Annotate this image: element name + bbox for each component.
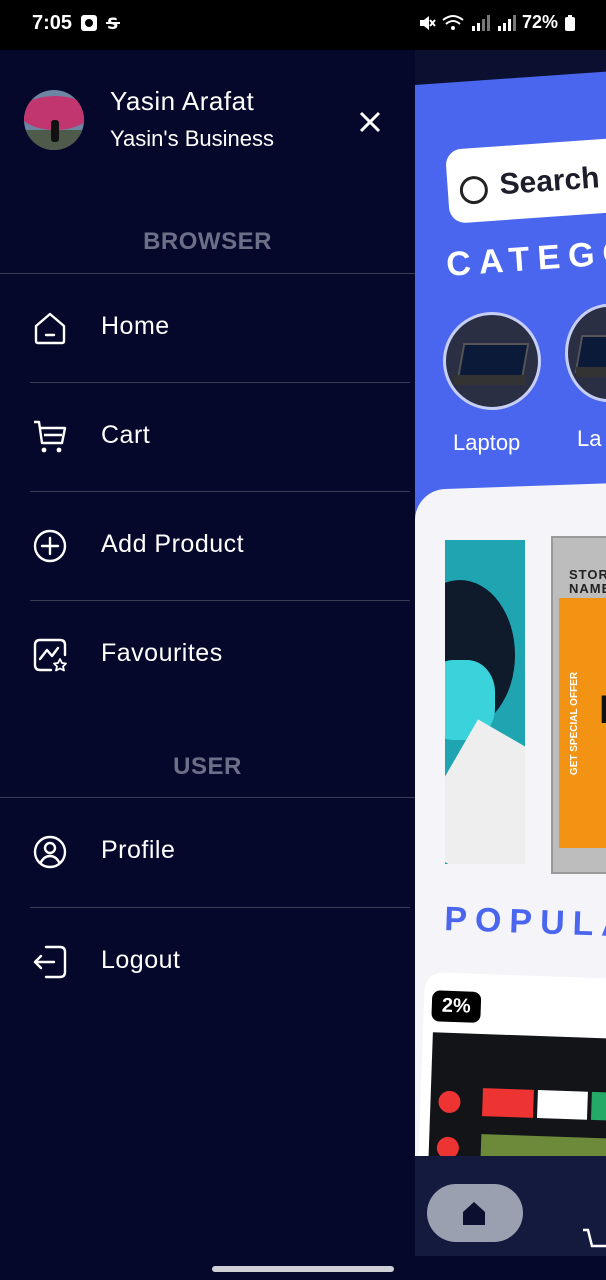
section-title-browser: BROWSER — [143, 228, 272, 255]
menu-label-add-product: Add Product — [101, 530, 245, 558]
notification-app-icon — [81, 15, 97, 31]
bottom-navigation — [415, 1156, 606, 1256]
cart-icon — [34, 420, 67, 453]
menu-item-cart[interactable]: Cart — [0, 383, 415, 491]
nav-cart-icon[interactable] — [581, 1226, 606, 1256]
category-laptop-image[interactable] — [443, 312, 541, 410]
home-filled-icon — [463, 1202, 485, 1225]
section-title-user: USER — [173, 753, 242, 780]
banner-offer-text: GET SPECIAL OFFER — [569, 671, 581, 776]
gesture-handle[interactable] — [212, 1266, 394, 1272]
user-name: Yasin Arafat — [110, 86, 255, 116]
popular-title: POPULA — [443, 900, 606, 945]
favourites-icon — [33, 638, 67, 672]
menu-item-home[interactable]: Home — [0, 274, 415, 382]
avatar[interactable] — [24, 90, 84, 150]
add-circle-icon — [33, 529, 67, 563]
profile-icon — [33, 835, 67, 869]
banner-image-offer[interactable]: STORE NAME GET SPECIAL OFFER F — [551, 536, 606, 874]
battery-percent: 72% — [521, 12, 558, 32]
menu-item-logout[interactable]: Logout — [0, 908, 415, 1016]
menu-label-favourites: Favourites — [101, 639, 223, 667]
home-icon — [34, 312, 66, 345]
wifi-icon — [442, 14, 464, 30]
menu-label-profile: Profile — [101, 836, 176, 864]
close-icon — [359, 111, 381, 133]
menu-item-profile[interactable]: Profile — [0, 798, 415, 906]
signal-icon — [471, 14, 490, 31]
category-label: Laptop — [453, 430, 521, 455]
logout-icon — [33, 945, 67, 979]
menu-item-favourites[interactable]: Favourites — [0, 601, 415, 709]
menu-label-cart: Cart — [101, 421, 151, 449]
status-right-group: 72% — [418, 12, 576, 33]
menu-label-home: Home — [101, 312, 170, 340]
close-drawer-button[interactable] — [352, 104, 388, 140]
search-bar[interactable]: Search — [445, 136, 606, 224]
menu-label-logout: Logout — [101, 946, 181, 974]
banner-image-shoe[interactable] — [445, 540, 525, 864]
user-business: Yasin's Business — [110, 126, 274, 151]
menu-item-add-product[interactable]: Add Product — [0, 492, 415, 600]
nav-home-button[interactable] — [427, 1184, 523, 1242]
status-time: 7:05 — [32, 12, 73, 34]
background-app: Search CATEGO Laptop La STORE NAME GET S… — [415, 50, 606, 1256]
mute-icon — [419, 15, 436, 30]
status-bar: 7:05 S 72% — [0, 0, 606, 50]
search-icon — [458, 175, 489, 206]
battery-icon — [565, 14, 575, 31]
category-label-2: La — [577, 426, 602, 451]
banner-store-text: STORE NAME — [569, 567, 606, 596]
discount-badge: 2% — [431, 990, 482, 1023]
search-placeholder: Search — [498, 161, 601, 202]
signal-icon-2 — [497, 14, 516, 31]
navigation-drawer: Yasin Arafat Yasin's Business BROWSER Ho… — [0, 50, 415, 1256]
notification-s-icon: S — [106, 14, 120, 32]
